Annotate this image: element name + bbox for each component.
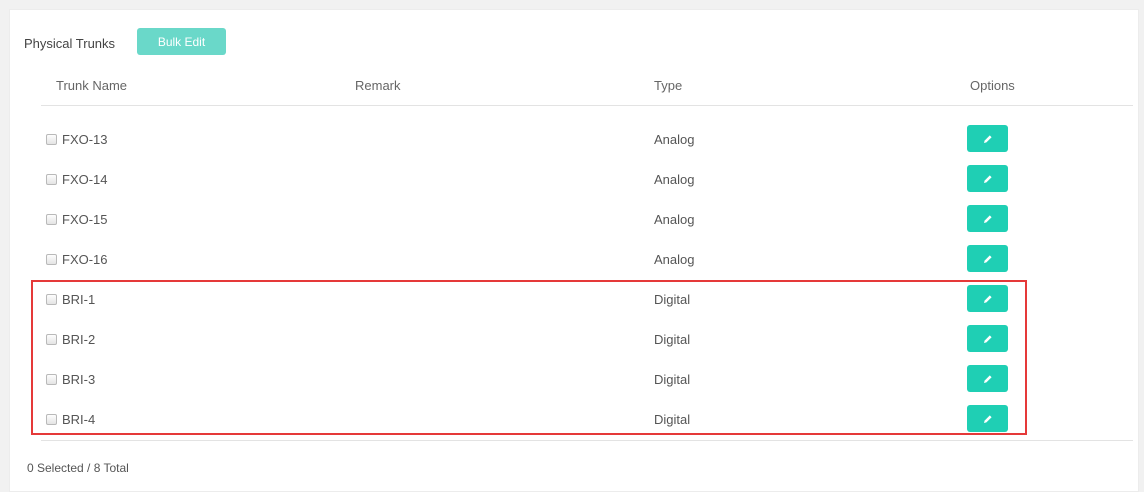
- edit-button[interactable]: [967, 245, 1008, 272]
- panel-title: Physical Trunks: [24, 36, 116, 51]
- edit-button[interactable]: [967, 125, 1008, 152]
- pencil-icon: [983, 214, 992, 223]
- trunk-name-cell: FXO-16: [62, 252, 108, 267]
- row-checkbox[interactable]: [46, 134, 57, 145]
- trunk-type-cell: Analog: [654, 212, 695, 227]
- table-row: FXO-14 Analog: [10, 160, 1140, 200]
- trunk-type-cell: Analog: [654, 172, 695, 187]
- table-row: FXO-16 Analog: [10, 240, 1140, 280]
- trunk-type-cell: Analog: [654, 252, 695, 267]
- row-checkbox[interactable]: [46, 254, 57, 265]
- digital-trunks-highlight: [31, 280, 1027, 435]
- header-divider: [41, 105, 1133, 106]
- trunk-name-cell: FXO-15: [62, 212, 108, 227]
- edit-button[interactable]: [967, 205, 1008, 232]
- bulk-edit-button[interactable]: Bulk Edit: [137, 28, 226, 55]
- row-checkbox[interactable]: [46, 174, 57, 185]
- physical-trunks-panel: Physical Trunks Bulk Edit Trunk Name Rem…: [9, 9, 1139, 492]
- column-header-remark: Remark: [355, 78, 401, 93]
- column-header-type: Type: [654, 78, 683, 93]
- selection-status: 0 Selected / 8 Total: [27, 461, 129, 475]
- table-row: FXO-13 Analog: [10, 120, 1140, 160]
- trunk-name-cell: FXO-14: [62, 172, 108, 187]
- edit-button[interactable]: [967, 165, 1008, 192]
- column-header-options: Options: [970, 78, 1015, 93]
- trunk-type-cell: Analog: [654, 132, 695, 147]
- table-row: FXO-15 Analog: [10, 200, 1140, 240]
- column-header-trunk-name: Trunk Name: [56, 78, 128, 93]
- row-checkbox[interactable]: [46, 214, 57, 225]
- trunk-name-cell: FXO-13: [62, 132, 108, 147]
- pencil-icon: [983, 254, 992, 263]
- pencil-icon: [983, 174, 992, 183]
- pencil-icon: [983, 134, 992, 143]
- footer-divider: [41, 440, 1133, 441]
